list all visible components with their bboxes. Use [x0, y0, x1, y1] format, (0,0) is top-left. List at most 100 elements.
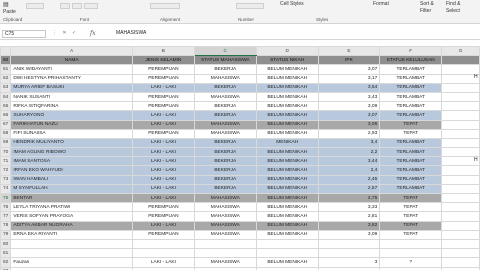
cell[interactable]: BELUM MENIKAH — [255, 82, 319, 93]
cell[interactable]: MENIKAH — [255, 137, 319, 149]
find-select-button[interactable]: Find & — [446, 1, 460, 7]
cell[interactable]: LAKI - LAKI — [131, 165, 195, 176]
row-header[interactable]: 69 — [0, 137, 12, 149]
cell[interactable]: 2,57 — [317, 183, 381, 195]
row-header[interactable]: 70 — [0, 147, 12, 158]
cell[interactable]: TEPAT — [379, 202, 443, 213]
row-header[interactable]: 62 — [0, 73, 12, 84]
cell[interactable]: 3 — [317, 257, 381, 268]
row-header[interactable]: 72 — [0, 165, 12, 176]
cell[interactable]: PEREMPUAN — [131, 211, 195, 222]
cell[interactable]: LAKI - LAKI — [131, 137, 195, 149]
cell[interactable]: STATUS MAHASISWA — [193, 55, 257, 66]
cell[interactable]: MAHASISWA — [193, 211, 257, 222]
cell[interactable]: BELUM MENIKAH — [255, 174, 319, 185]
column-header-f[interactable]: F — [379, 45, 443, 57]
cell[interactable]: TEPAT — [379, 229, 443, 240]
cell[interactable]: TERLAMBAT — [379, 174, 443, 185]
row-header[interactable]: 61 — [0, 64, 12, 75]
formula-icons[interactable]: ⋮ ✕ ✓ — [52, 30, 78, 36]
cell[interactable] — [193, 238, 257, 250]
cell[interactable]: MURYA ARIEF BASUKI — [10, 82, 133, 93]
cell[interactable]: M SYAIFULLAH — [10, 183, 133, 195]
cell[interactable] — [379, 248, 443, 259]
cell[interactable] — [193, 248, 257, 259]
cell[interactable]: MAHASISWA — [193, 192, 257, 204]
cell[interactable] — [379, 238, 443, 250]
cell[interactable]: TERLAMBAT — [379, 165, 443, 176]
row-header[interactable]: 63 — [0, 82, 12, 93]
cell[interactable] — [441, 101, 480, 112]
column-header-c[interactable]: C — [193, 45, 257, 57]
cell[interactable]: LAKI - LAKI — [131, 220, 195, 231]
cell[interactable]: BELUM MENIKAH — [255, 257, 319, 268]
cell[interactable]: LAKI - LAKI — [131, 192, 195, 204]
cell[interactable]: TEPAT — [379, 211, 443, 222]
cell[interactable]: TERLAMBAT — [379, 91, 443, 103]
column-header-b[interactable]: B — [131, 45, 195, 57]
paste-button[interactable]: Paste — [3, 9, 16, 15]
cell[interactable]: FIFI SUNAIISA — [10, 128, 133, 139]
cell[interactable]: 3,06 — [317, 119, 381, 130]
cell[interactable]: BENTAR — [10, 192, 133, 204]
cell[interactable]: LAKI - LAKI — [131, 257, 195, 268]
cell[interactable]: TEPAT — [379, 119, 443, 130]
cell[interactable]: 3,07 — [317, 110, 381, 121]
row-header[interactable]: 68 — [0, 128, 12, 139]
cell[interactable]: HENDRIK MULIYANTO — [10, 137, 133, 149]
cell[interactable]: BELUM MENIKAH — [255, 156, 319, 167]
cell[interactable] — [131, 238, 195, 250]
cell[interactable]: 3,09 — [317, 101, 381, 112]
row-header[interactable]: 65 — [0, 101, 12, 112]
row-header[interactable]: 73 — [0, 174, 12, 185]
formula-input[interactable]: MAHASISWA — [116, 30, 146, 37]
column-header-d[interactable]: D — [255, 45, 319, 57]
cell[interactable] — [10, 248, 133, 259]
row-header[interactable]: 80 — [0, 238, 12, 250]
cell[interactable]: 3,07 — [317, 64, 381, 75]
row-header[interactable]: 82 — [0, 257, 12, 268]
row-header[interactable]: 60 — [0, 55, 12, 66]
format-painter-button[interactable] — [26, 3, 44, 9]
cell[interactable] — [441, 229, 480, 240]
fx-icon[interactable]: fx — [90, 30, 96, 37]
cell[interactable]: TERLAMBAT — [379, 156, 443, 167]
row-header[interactable]: 66 — [0, 110, 12, 121]
cell[interactable]: LAKI - LAKI — [131, 110, 195, 121]
cell[interactable]: 3,54 — [317, 82, 381, 93]
cell[interactable] — [317, 238, 381, 250]
cell[interactable] — [441, 202, 480, 213]
cell[interactable]: MAHASISWA — [193, 220, 257, 231]
cell[interactable]: BELUM MENIKAH — [255, 101, 319, 112]
border-button[interactable] — [84, 3, 98, 9]
row-header[interactable]: 77 — [0, 211, 12, 222]
cell[interactable]: ? — [379, 257, 443, 268]
cell[interactable] — [441, 82, 480, 93]
cell[interactable]: PEREMPUAN — [131, 64, 195, 75]
cell[interactable]: SUHARYONO — [10, 110, 133, 121]
cell[interactable]: VERIS SOFYAN PRAYOGA — [10, 211, 133, 222]
row-header[interactable]: 71 — [0, 156, 12, 167]
cell[interactable]: BELUM MENIKAH — [255, 220, 319, 231]
cell[interactable] — [441, 128, 480, 139]
cell[interactable] — [317, 248, 381, 259]
cell[interactable]: LAKI - LAKI — [131, 174, 195, 185]
row-header[interactable]: 67 — [0, 119, 12, 130]
cell[interactable] — [255, 238, 319, 250]
row-header[interactable]: 75 — [0, 192, 12, 204]
cell[interactable]: BEKERJA — [193, 82, 257, 93]
row-header[interactable]: 81 — [0, 248, 12, 259]
cell[interactable]: BELUM MENIKAH — [255, 229, 319, 240]
cell[interactable]: 2,75 — [317, 192, 381, 204]
cell[interactable]: TEPAT — [379, 220, 443, 231]
row-header[interactable]: 74 — [0, 183, 12, 195]
cell[interactable]: MAHASISWA — [193, 128, 257, 139]
cell[interactable]: 3,33 — [317, 202, 381, 213]
cell[interactable]: ANIK WIDAYANTI — [10, 64, 133, 75]
cell[interactable]: BELUM MENIKAH — [255, 183, 319, 195]
cell[interactable]: BEKERJA — [193, 137, 257, 149]
cell[interactable]: 2,2 — [317, 147, 381, 158]
cell[interactable]: LAKI - LAKI — [131, 147, 195, 158]
cell[interactable] — [441, 91, 480, 103]
cell[interactable] — [441, 137, 480, 149]
